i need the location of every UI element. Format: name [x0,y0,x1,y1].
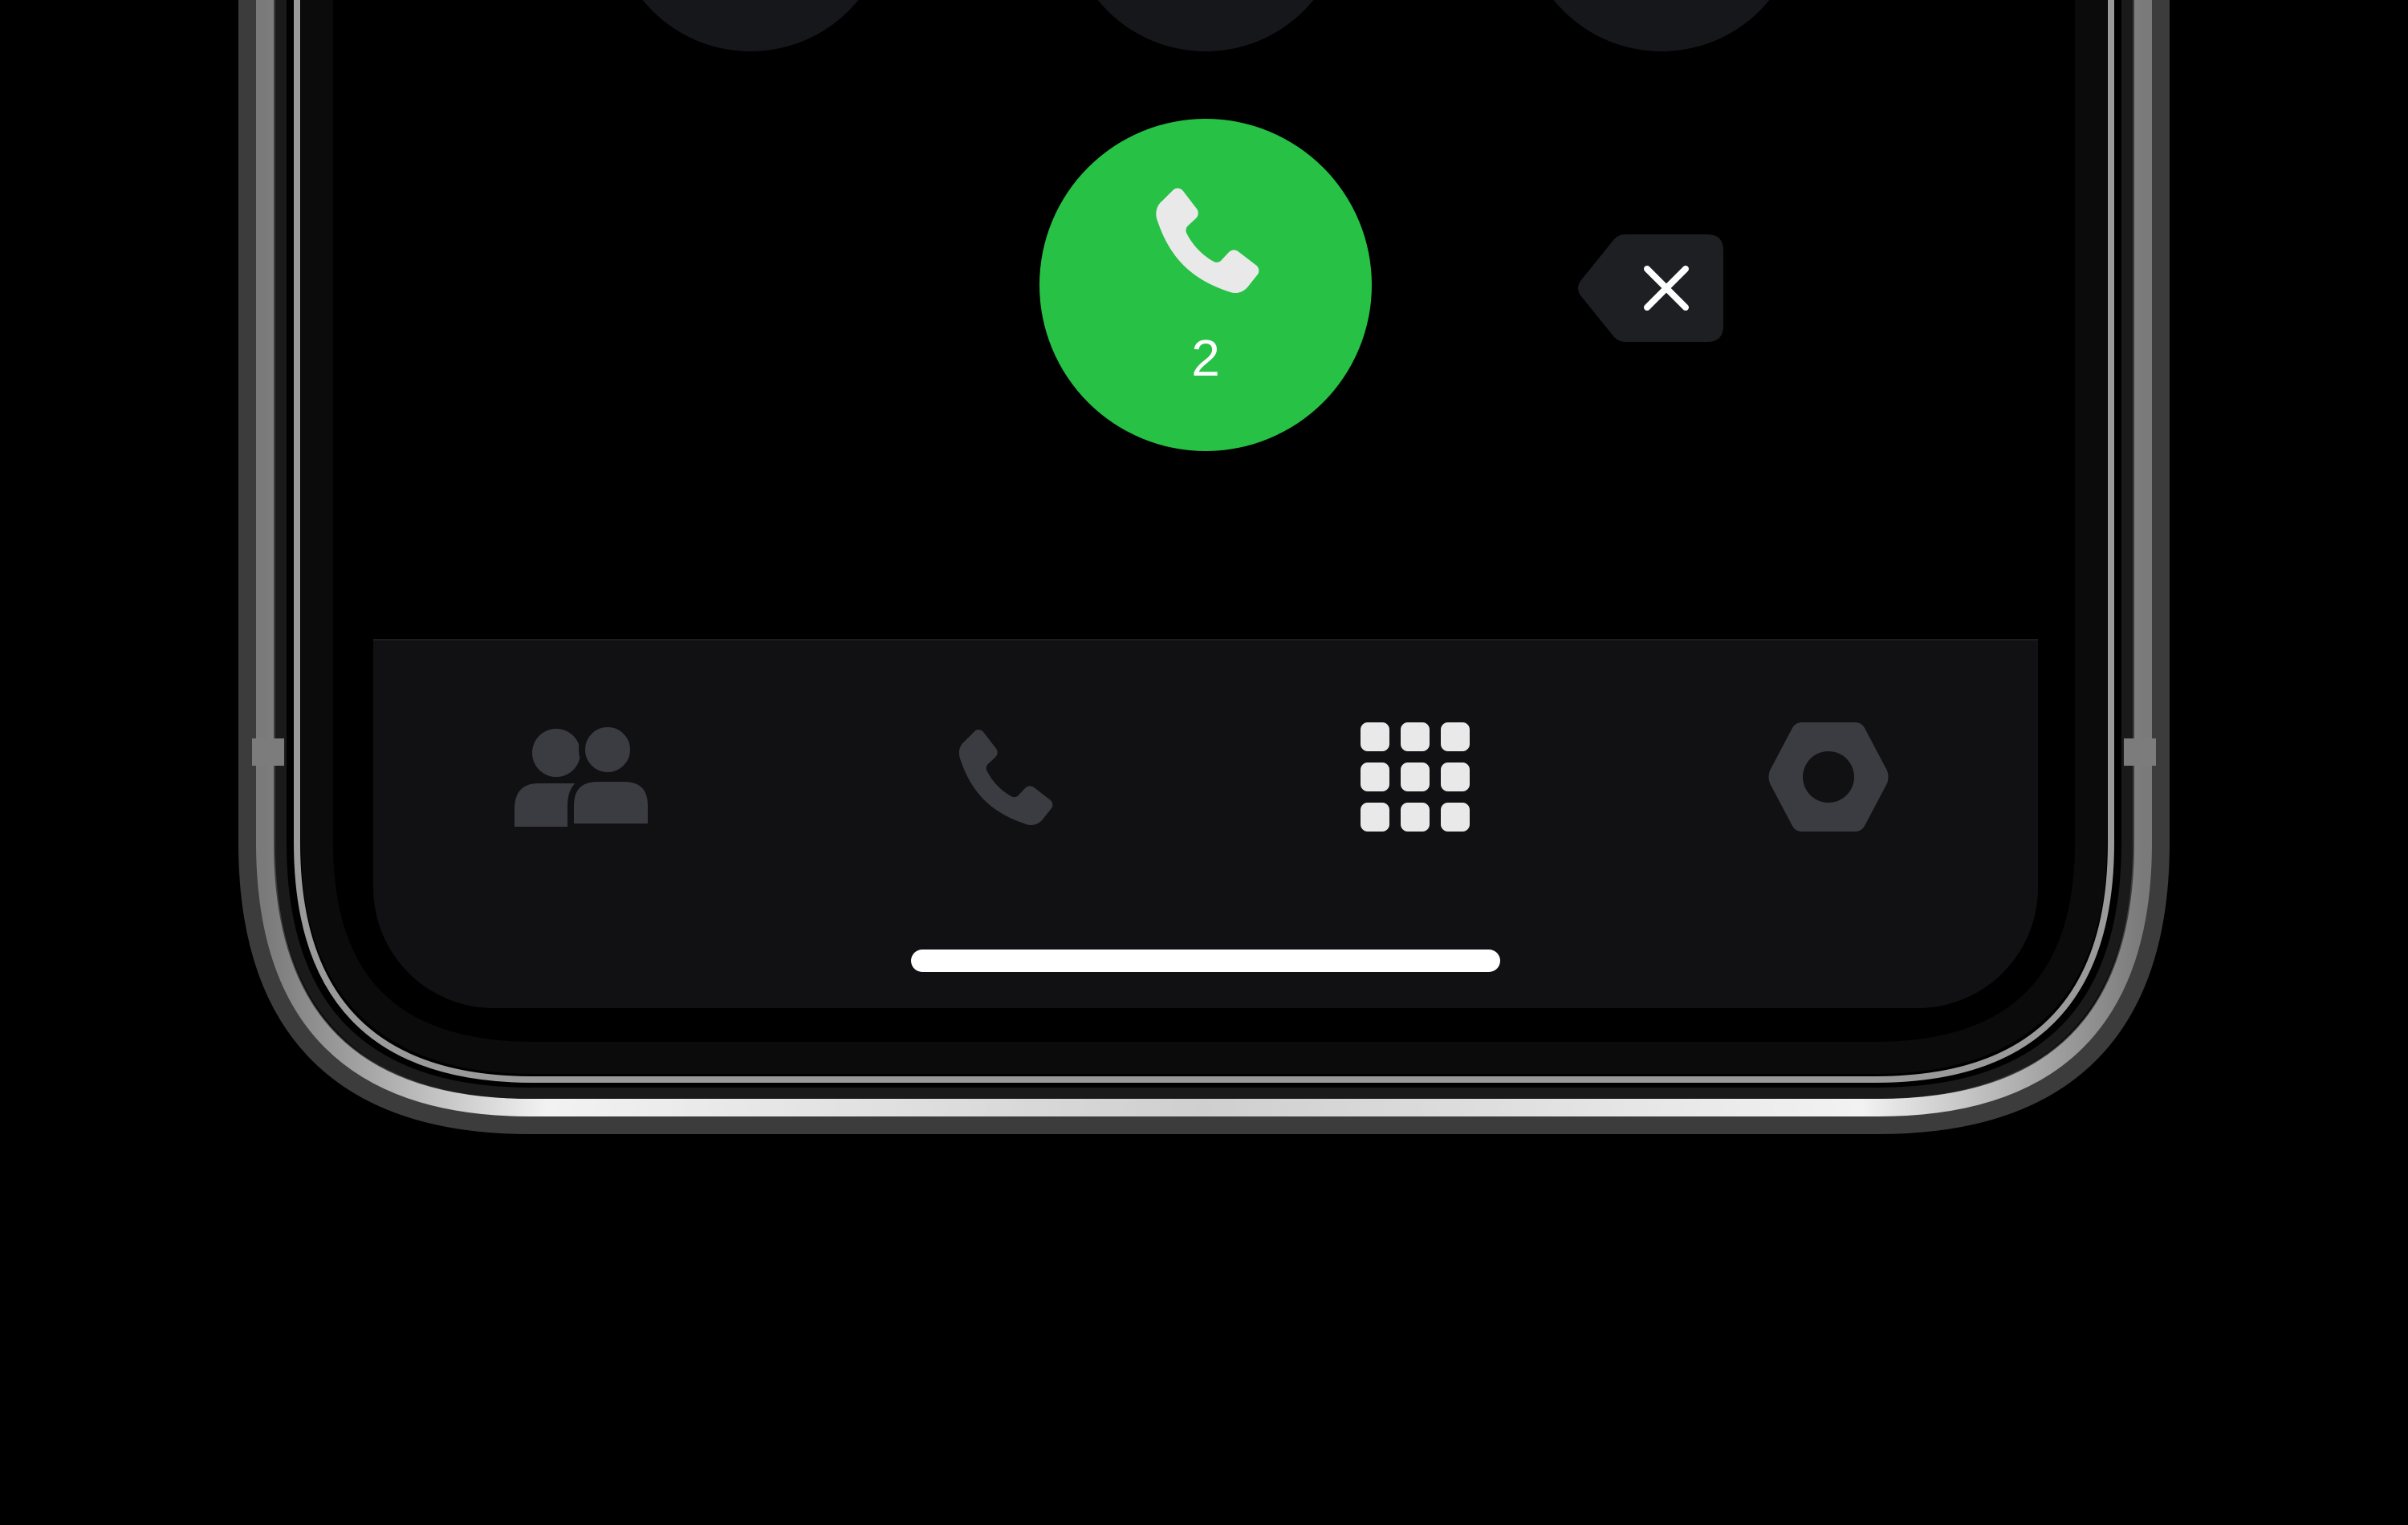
call-count-label: 2 [1191,329,1220,387]
call-button[interactable]: 2 [1039,119,1372,451]
tab-contacts[interactable] [470,640,670,881]
home-indicator[interactable] [911,950,1500,972]
dial-key[interactable] [1067,0,1344,51]
tab-keypad[interactable] [1320,640,1521,881]
phone-icon [958,730,1053,825]
tab-recents[interactable] [887,640,1088,881]
gear-hexagon-icon [1768,722,1889,832]
dialer-screen: 2 [0,0,2408,1525]
backspace-button[interactable] [1577,234,1723,342]
device-stage: 2 [0,0,2408,1525]
tab-settings[interactable] [1730,640,1930,881]
contacts-icon [515,722,651,827]
keypad-grid-icon [1361,722,1470,832]
dial-key[interactable] [1523,0,1800,51]
phone-icon [1156,188,1259,294]
dial-key[interactable] [612,0,889,51]
backspace-icon [1578,234,1723,342]
